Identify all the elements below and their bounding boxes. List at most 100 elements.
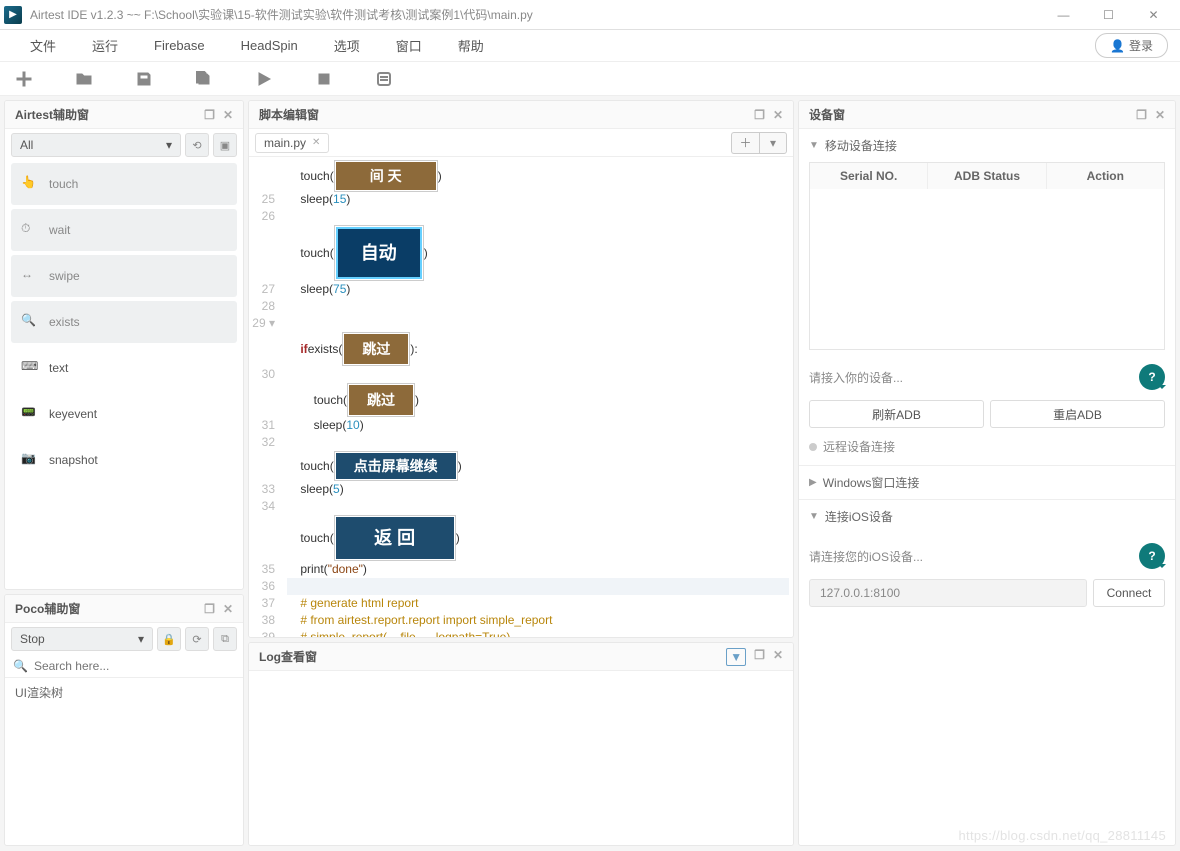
touch-icon: 👆 [21, 175, 39, 193]
panel-float-icon[interactable]: ❐ [204, 108, 215, 122]
file-tab-main[interactable]: main.py ✕ [255, 133, 329, 153]
toolbar [0, 62, 1180, 96]
menu-options[interactable]: 选项 [316, 36, 378, 55]
restart-adb-button[interactable]: 重启ADB [990, 400, 1165, 428]
poco-assist-panel: Poco辅助窗 ❐ ✕ Stop ▾ 🔒 ⟳ ⧉ 🔍 UI渲染树 [4, 594, 244, 846]
poco-lock-icon[interactable]: 🔒 [157, 627, 181, 651]
save-all-icon[interactable] [194, 69, 214, 89]
add-tab-button[interactable]: ＋ [731, 132, 759, 154]
minimize-button[interactable]: — [1041, 1, 1086, 29]
menu-run[interactable]: 运行 [74, 36, 136, 55]
ios-section-label: 连接iOS设备 [825, 508, 893, 525]
panel-float-icon[interactable]: ❐ [1136, 108, 1147, 122]
snapshot-icon: 📷 [21, 451, 39, 469]
panel-float-icon[interactable]: ❐ [204, 602, 215, 616]
col-action: Action [1047, 163, 1164, 189]
assist-item-text[interactable]: ⌨ text [11, 347, 237, 389]
expand-down-icon: ▼ [809, 140, 819, 151]
assist-item-label: text [49, 361, 68, 375]
open-folder-icon[interactable] [74, 69, 94, 89]
assist-item-label: exists [49, 315, 80, 329]
panel-close-icon[interactable]: ✕ [773, 108, 783, 122]
tab-dropdown-button[interactable]: ▾ [759, 132, 787, 154]
chevron-down-icon: ▾ [166, 138, 172, 152]
maximize-button[interactable]: ☐ [1086, 1, 1131, 29]
log-output-area[interactable] [249, 671, 793, 845]
stop-icon[interactable] [314, 69, 334, 89]
assist-item-snapshot[interactable]: 📷 snapshot [11, 439, 237, 481]
poco-mode-select[interactable]: Stop ▾ [11, 627, 153, 651]
windows-section-header[interactable]: ▶ Windows窗口连接 [809, 474, 1165, 491]
refresh-adb-button[interactable]: 刷新ADB [809, 400, 984, 428]
status-dot-icon [809, 443, 817, 451]
panel-close-icon[interactable]: ✕ [223, 602, 233, 616]
screenshot-template-img4[interactable]: 跳过 [347, 383, 415, 417]
poco-search-input[interactable] [34, 659, 235, 673]
capture-toggle-icon[interactable]: ▣ [213, 133, 237, 157]
menu-headspin[interactable]: HeadSpin [223, 38, 316, 53]
record-toggle-icon[interactable]: ⟲ [185, 133, 209, 157]
airtest-panel-title: Airtest辅助窗 [15, 106, 89, 123]
tab-close-icon[interactable]: ✕ [312, 137, 320, 148]
device-panel: 设备窗 ❐ ✕ ▼ 移动设备连接 Serial NO. ADB Status A… [798, 100, 1176, 846]
help-icon[interactable]: ? [1139, 364, 1165, 390]
title-bar: ▶ Airtest IDE v1.2.3 ~~ F:\School\实验课\15… [0, 0, 1180, 30]
panel-close-icon[interactable]: ✕ [1155, 108, 1165, 122]
ios-connect-button[interactable]: Connect [1093, 579, 1165, 607]
window-title: Airtest IDE v1.2.3 ~~ F:\School\实验课\15-软… [30, 6, 533, 23]
col-adb-status: ADB Status [928, 163, 1046, 189]
text-icon: ⌨ [21, 359, 39, 377]
wait-icon: ⏱ [21, 221, 39, 239]
script-editor-panel: 脚本编辑窗 ❐ ✕ main.py ✕ ＋ ▾ 2526272829 ▾3031… [248, 100, 794, 638]
screenshot-template-img2[interactable]: 自动 [334, 225, 424, 281]
report-icon[interactable] [374, 69, 394, 89]
log-filter-icon[interactable]: ▼ [726, 648, 746, 666]
assist-item-label: snapshot [49, 453, 98, 467]
assist-item-label: wait [49, 223, 70, 237]
poco-record-icon[interactable]: ⧉ [213, 627, 237, 651]
screenshot-template-img5[interactable]: 点击屏幕继续 [334, 451, 458, 481]
expand-down-icon: ▼ [809, 511, 819, 522]
run-icon[interactable] [254, 69, 274, 89]
log-panel-title: Log查看窗 [259, 648, 317, 665]
panel-float-icon[interactable]: ❐ [754, 648, 765, 666]
poco-refresh-icon[interactable]: ⟳ [185, 627, 209, 651]
search-icon: 🔍 [13, 659, 28, 673]
menu-window[interactable]: 窗口 [378, 36, 440, 55]
ios-address-input[interactable]: 127.0.0.1:8100 [809, 579, 1087, 607]
assist-item-touch[interactable]: 👆touch [11, 163, 237, 205]
assist-item-swipe[interactable]: ↔swipe [11, 255, 237, 297]
poco-tree-label: UI渲染树 [5, 677, 243, 707]
poco-mode-value: Stop [20, 632, 45, 646]
remote-connect-label[interactable]: 远程设备连接 [823, 438, 895, 455]
menu-bar: 文件 运行 Firebase HeadSpin 选项 窗口 帮助 👤 登录 [0, 30, 1180, 62]
chevron-down-icon: ▾ [138, 632, 144, 646]
ios-hint: 请连接您的iOS设备... [809, 548, 923, 565]
menu-help[interactable]: 帮助 [440, 36, 502, 55]
code-editor[interactable]: 2526272829 ▾30313233343536373839 touch(间… [249, 157, 793, 637]
panel-float-icon[interactable]: ❐ [754, 108, 765, 122]
editor-panel-title: 脚本编辑窗 [259, 106, 319, 123]
close-button[interactable]: ✕ [1131, 1, 1176, 29]
menu-firebase[interactable]: Firebase [136, 38, 223, 53]
keyevent-icon: 📟 [21, 405, 39, 423]
save-icon[interactable] [134, 69, 154, 89]
login-button[interactable]: 👤 登录 [1095, 33, 1168, 58]
screenshot-template-img3[interactable]: 跳过 [342, 332, 410, 366]
help-icon[interactable]: ? [1139, 543, 1165, 569]
new-file-icon[interactable] [14, 69, 34, 89]
assist-item-wait[interactable]: ⏱ wait [11, 209, 237, 251]
ios-section-header[interactable]: ▼ 连接iOS设备 [809, 508, 1165, 525]
device-panel-title: 设备窗 [809, 106, 845, 123]
airtest-filter-select[interactable]: All ▾ [11, 133, 181, 157]
device-table: Serial NO. ADB Status Action [809, 162, 1165, 350]
panel-close-icon[interactable]: ✕ [223, 108, 233, 122]
menu-file[interactable]: 文件 [12, 36, 74, 55]
assist-item-keyevent[interactable]: 📟keyevent [11, 393, 237, 435]
screenshot-template-img6[interactable]: 返 回 [334, 515, 456, 561]
login-label: 登录 [1129, 37, 1153, 54]
mobile-section-header[interactable]: ▼ 移动设备连接 [809, 137, 1165, 154]
panel-close-icon[interactable]: ✕ [773, 648, 783, 666]
assist-item-exists[interactable]: 🔍exists [11, 301, 237, 343]
screenshot-template-img1[interactable]: 间 天 [334, 160, 438, 192]
